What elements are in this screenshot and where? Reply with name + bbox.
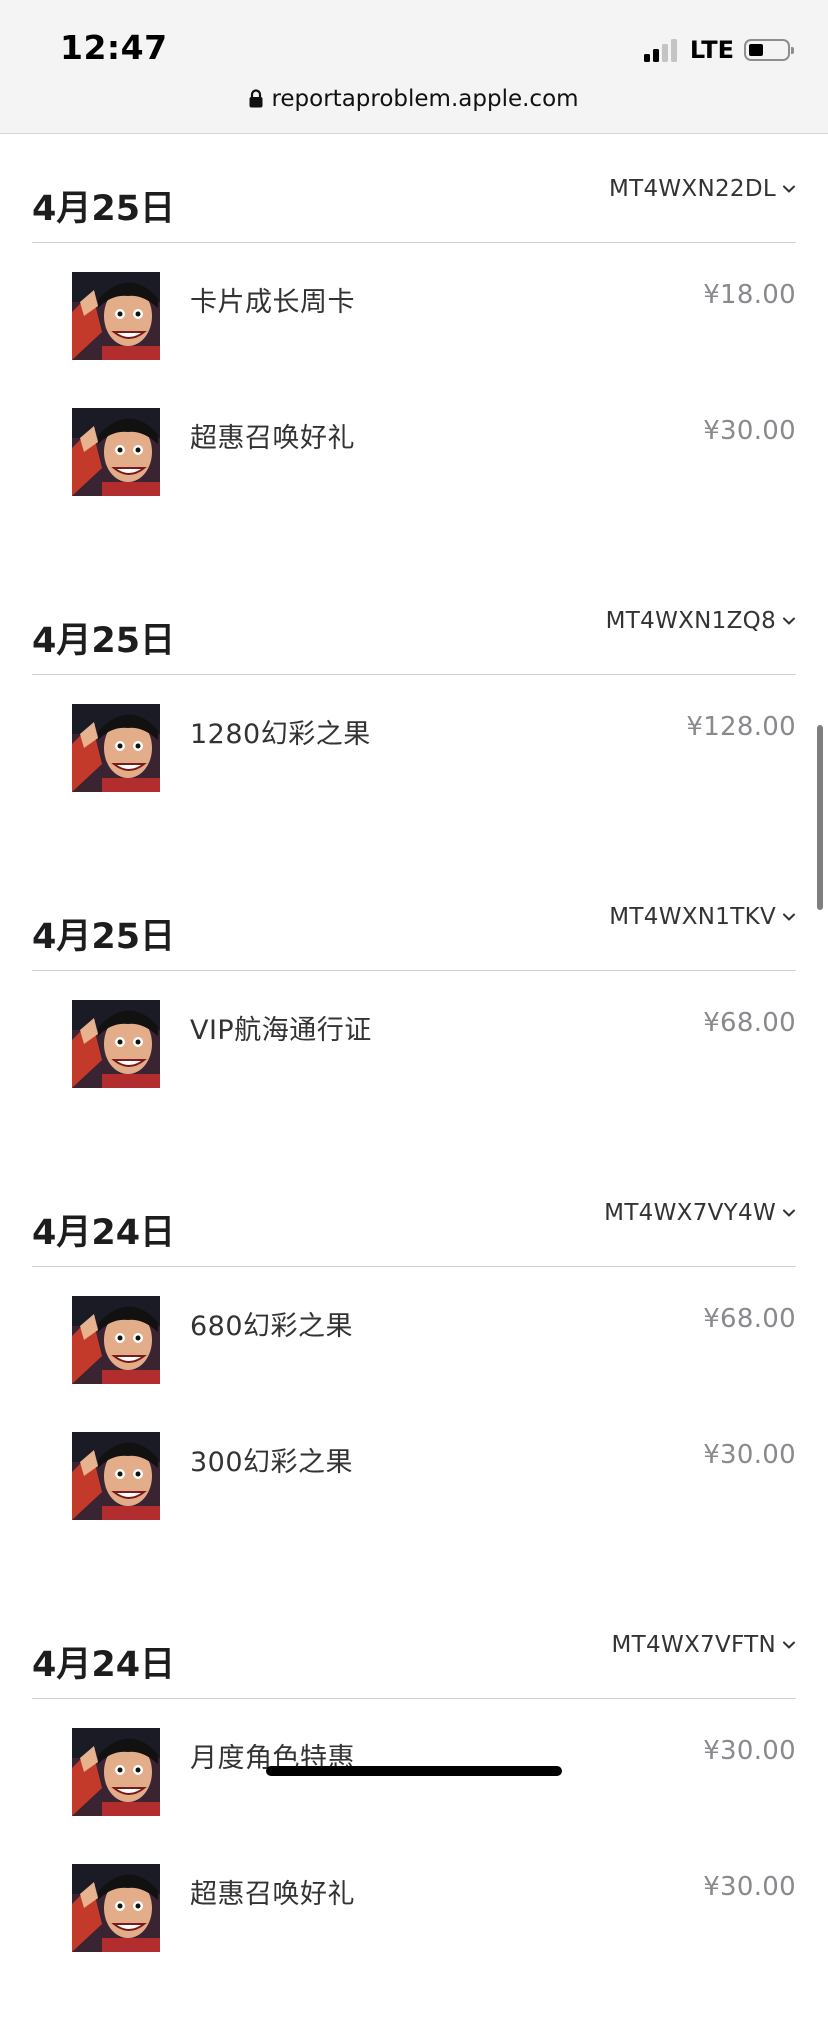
purchase-item[interactable]: 680幻彩之果 ¥68.00 — [0, 1296, 828, 1432]
chevron-down-icon — [783, 1641, 795, 1649]
item-price: ¥68.00 — [703, 1008, 796, 1038]
purchase-group: 4月25日 MT4WXN1ZQ8 1280幻彩之果 ¥128.00 — [0, 566, 828, 862]
purchase-group-header: 4月24日 MT4WX7VY4W — [0, 1158, 828, 1267]
purchase-date: 4月25日 — [32, 189, 176, 229]
divider — [32, 970, 796, 971]
purchase-group-header: 4月24日 MT4WX7VFTN — [0, 1590, 828, 1699]
divider — [32, 242, 796, 243]
chevron-down-icon — [783, 1209, 795, 1217]
purchase-item[interactable]: VIP航海通行证 ¥68.00 — [0, 1000, 828, 1136]
app-icon — [72, 408, 160, 496]
app-icon — [72, 704, 160, 792]
purchase-item[interactable]: 卡片成长周卡 ¥18.00 — [0, 272, 828, 408]
order-id: MT4WXN1TKV — [609, 904, 776, 930]
order-id-toggle[interactable]: MT4WX7VFTN — [612, 1632, 796, 1658]
item-price: ¥30.00 — [703, 1736, 796, 1766]
lock-icon — [249, 89, 263, 108]
app-icon — [72, 272, 160, 360]
order-id: MT4WX7VY4W — [604, 1200, 776, 1226]
order-id: MT4WX7VFTN — [611, 1632, 776, 1658]
app-icon — [72, 1864, 160, 1952]
address-bar[interactable]: reportaproblem.apple.com — [0, 86, 828, 112]
scrollbar[interactable] — [817, 725, 823, 910]
purchase-group: 4月25日 MT4WXN1TKV VIP航海通行证 ¥68.00 — [0, 862, 828, 1158]
app-icon — [72, 1296, 160, 1384]
network-type: LTE — [689, 36, 734, 64]
item-name: VIP航海通行证 — [190, 1015, 372, 1046]
item-name: 680幻彩之果 — [190, 1311, 354, 1342]
chevron-down-icon — [783, 617, 795, 625]
item-price: ¥30.00 — [703, 416, 796, 446]
purchase-date: 4月25日 — [32, 621, 176, 661]
purchase-date: 4月24日 — [32, 1645, 176, 1685]
browser-top-bar: 12:47 LTE reportaproblem.apple.com — [0, 0, 828, 134]
divider — [32, 674, 796, 675]
order-id-toggle[interactable]: MT4WXN1ZQ8 — [606, 608, 796, 634]
order-id: MT4WXN1ZQ8 — [605, 608, 776, 634]
purchase-group-header: 4月25日 MT4WXN22DL — [0, 134, 828, 243]
item-price: ¥30.00 — [703, 1872, 796, 1902]
purchase-date: 4月25日 — [32, 917, 176, 957]
item-price: ¥128.00 — [686, 712, 796, 742]
purchase-group: 4月24日 MT4WX7VY4W 680幻彩之果 ¥68.00 300幻彩之果 … — [0, 1158, 828, 1590]
url-text: reportaproblem.apple.com — [271, 86, 579, 112]
purchase-item[interactable]: 月度角色特惠 ¥30.00 — [0, 1728, 828, 1864]
purchase-items: 680幻彩之果 ¥68.00 300幻彩之果 ¥30.00 — [0, 1266, 828, 1590]
purchase-item[interactable]: 超惠召唤好礼 ¥30.00 — [0, 1864, 828, 2000]
app-icon — [72, 1432, 160, 1520]
app-icon — [72, 1000, 160, 1088]
purchase-items: 月度角色特惠 ¥30.00 超惠召唤好礼 ¥30.00 — [0, 1698, 828, 2022]
item-name: 300幻彩之果 — [190, 1447, 354, 1478]
divider — [32, 1698, 796, 1699]
item-name: 1280幻彩之果 — [190, 719, 371, 750]
status-time: 12:47 — [60, 28, 168, 67]
app-icon — [72, 1728, 160, 1816]
purchase-item[interactable]: 超惠召唤好礼 ¥30.00 — [0, 408, 828, 544]
home-indicator[interactable] — [266, 1766, 562, 1776]
purchase-items: VIP航海通行证 ¥68.00 — [0, 970, 828, 1158]
divider — [32, 1266, 796, 1267]
order-id-toggle[interactable]: MT4WXN1TKV — [609, 904, 796, 930]
purchase-item[interactable]: 300幻彩之果 ¥30.00 — [0, 1432, 828, 1568]
item-name: 卡片成长周卡 — [190, 287, 355, 318]
item-name: 超惠召唤好礼 — [190, 1879, 355, 1910]
item-price: ¥30.00 — [703, 1440, 796, 1470]
purchase-group-header: 4月25日 MT4WXN1TKV — [0, 862, 828, 971]
purchase-item[interactable]: 1280幻彩之果 ¥128.00 — [0, 704, 828, 840]
purchase-group-header: 4月25日 MT4WXN1ZQ8 — [0, 566, 828, 675]
chevron-down-icon — [783, 913, 795, 921]
order-id: MT4WXN22DL — [608, 176, 776, 202]
chevron-down-icon — [783, 185, 795, 193]
purchase-group: 4月25日 MT4WXN22DL 卡片成长周卡 ¥18.00 超惠召唤好礼 ¥3… — [0, 134, 828, 566]
purchase-history-list: 4月25日 MT4WXN22DL 卡片成长周卡 ¥18.00 超惠召唤好礼 ¥3… — [0, 134, 828, 2022]
purchase-group: 4月24日 MT4WX7VFTN 月度角色特惠 ¥30.00 超惠召唤好礼 ¥3… — [0, 1590, 828, 2022]
item-price: ¥68.00 — [703, 1304, 796, 1334]
cellular-signal-icon — [643, 38, 680, 62]
battery-icon — [744, 39, 794, 61]
purchase-date: 4月24日 — [32, 1213, 176, 1253]
order-id-toggle[interactable]: MT4WX7VY4W — [604, 1200, 796, 1226]
purchase-items: 1280幻彩之果 ¥128.00 — [0, 674, 828, 862]
item-price: ¥18.00 — [703, 280, 796, 310]
order-id-toggle[interactable]: MT4WXN22DL — [609, 176, 796, 202]
status-indicators: LTE — [643, 36, 794, 64]
item-name: 超惠召唤好礼 — [190, 423, 355, 454]
purchase-items: 卡片成长周卡 ¥18.00 超惠召唤好礼 ¥30.00 — [0, 242, 828, 566]
